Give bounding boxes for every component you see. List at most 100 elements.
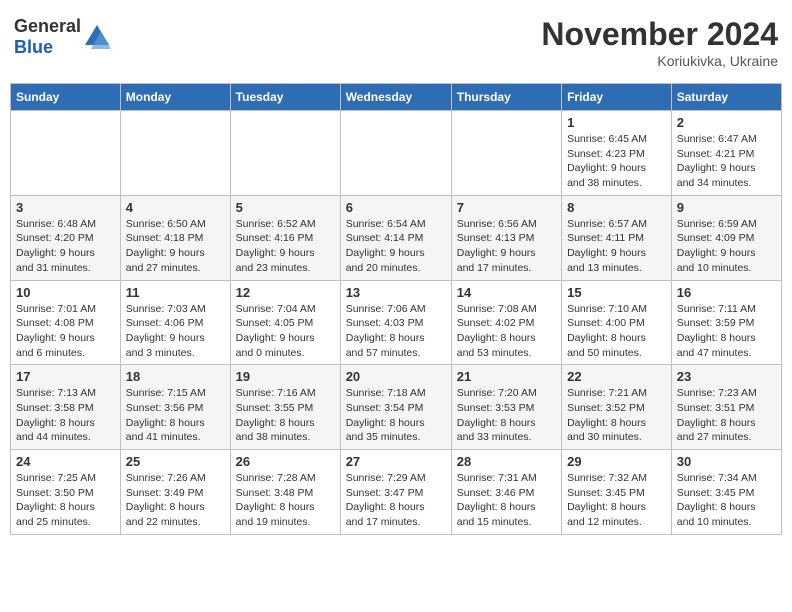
- day-number: 25: [126, 454, 225, 469]
- calendar-cell: 30 Sunrise: 7:34 AMSunset: 3:45 PMDayligh…: [671, 450, 781, 535]
- day-info: Sunrise: 7:26 AMSunset: 3:49 PMDaylight:…: [126, 471, 225, 530]
- calendar-cell: 10Sunrise: 7:01 AMSunset: 4:08 PMDayligh…: [11, 280, 121, 365]
- day-number: 2: [677, 115, 776, 130]
- weekday-header-friday: Friday: [562, 84, 672, 111]
- logo-text-general: General: [14, 16, 81, 36]
- calendar-cell: [120, 111, 230, 196]
- calendar-cell: 17 Sunrise: 7:13 AMSunset: 3:58 PMDayligh…: [11, 365, 121, 450]
- day-info: Sunrise: 7:28 AMSunset: 3:48 PMDaylight:…: [236, 471, 335, 530]
- calendar-cell: 9 Sunrise: 6:59 AMSunset: 4:09 PMDaylight…: [671, 195, 781, 280]
- calendar-cell: 1 Sunrise: 6:45 AMSunset: 4:23 PMDaylight…: [562, 111, 672, 196]
- weekday-header-sunday: Sunday: [11, 84, 121, 111]
- day-info: Sunrise: 7:08 AMSunset: 4:02 PMDaylight:…: [457, 302, 556, 361]
- calendar-cell: 27Sunrise: 7:29 AMSunset: 3:47 PMDayligh…: [340, 450, 451, 535]
- day-number: 21: [457, 369, 556, 384]
- weekday-header-thursday: Thursday: [451, 84, 561, 111]
- calendar-cell: 6Sunrise: 6:54 AMSunset: 4:14 PMDaylight…: [340, 195, 451, 280]
- day-number: 28: [457, 454, 556, 469]
- day-number: 27: [346, 454, 446, 469]
- day-info: Sunrise: 7:23 AMSunset: 3:51 PMDaylight:…: [677, 386, 776, 445]
- day-number: 23: [677, 369, 776, 384]
- title-area: November 2024 Koriukivka, Ukraine: [541, 16, 778, 69]
- weekday-header-wednesday: Wednesday: [340, 84, 451, 111]
- calendar-cell: 4Sunrise: 6:50 AMSunset: 4:18 PMDaylight…: [120, 195, 230, 280]
- day-info: Sunrise: 7:31 AMSunset: 3:46 PMDaylight:…: [457, 471, 556, 530]
- calendar-cell: 15 Sunrise: 7:10 AMSunset: 4:00 PMDayligh…: [562, 280, 672, 365]
- day-number: 16: [677, 285, 776, 300]
- day-number: 14: [457, 285, 556, 300]
- page-header: General Blue November 2024 Koriukivka, U…: [10, 10, 782, 75]
- day-info: Sunrise: 7:03 AMSunset: 4:06 PMDaylight:…: [126, 302, 225, 361]
- day-info: Sunrise: 6:48 AMSunset: 4:20 PMDaylight:…: [16, 217, 115, 276]
- calendar-cell: 11 Sunrise: 7:03 AMSunset: 4:06 PMDayligh…: [120, 280, 230, 365]
- calendar-header-row: SundayMondayTuesdayWednesdayThursdayFrid…: [11, 84, 782, 111]
- day-number: 1: [567, 115, 666, 130]
- calendar-cell: 28 Sunrise: 7:31 AMSunset: 3:46 PMDayligh…: [451, 450, 561, 535]
- day-info: Sunrise: 6:52 AMSunset: 4:16 PMDaylight:…: [236, 217, 335, 276]
- day-number: 29: [567, 454, 666, 469]
- calendar-cell: 18Sunrise: 7:15 AMSunset: 3:56 PMDayligh…: [120, 365, 230, 450]
- calendar-cell: 21 Sunrise: 7:20 AMSunset: 3:53 PMDayligh…: [451, 365, 561, 450]
- month-title: November 2024: [541, 16, 778, 53]
- calendar-cell: 5 Sunrise: 6:52 AMSunset: 4:16 PMDaylight…: [230, 195, 340, 280]
- calendar-cell: 23 Sunrise: 7:23 AMSunset: 3:51 PMDayligh…: [671, 365, 781, 450]
- day-number: 24: [16, 454, 115, 469]
- day-number: 8: [567, 200, 666, 215]
- location-title: Koriukivka, Ukraine: [541, 53, 778, 69]
- day-number: 4: [126, 200, 225, 215]
- calendar-cell: [451, 111, 561, 196]
- calendar-cell: 3 Sunrise: 6:48 AMSunset: 4:20 PMDaylight…: [11, 195, 121, 280]
- day-number: 30: [677, 454, 776, 469]
- calendar-cell: 13 Sunrise: 7:06 AMSunset: 4:03 PMDayligh…: [340, 280, 451, 365]
- day-info: Sunrise: 7:34 AMSunset: 3:45 PMDaylight:…: [677, 471, 776, 530]
- day-info: Sunrise: 7:21 AMSunset: 3:52 PMDaylight:…: [567, 386, 666, 445]
- calendar-week-row: 10Sunrise: 7:01 AMSunset: 4:08 PMDayligh…: [11, 280, 782, 365]
- day-number: 5: [236, 200, 335, 215]
- calendar-cell: [230, 111, 340, 196]
- calendar-cell: 2 Sunrise: 6:47 AMSunset: 4:21 PMDaylight…: [671, 111, 781, 196]
- day-info: Sunrise: 7:06 AMSunset: 4:03 PMDaylight:…: [346, 302, 446, 361]
- day-info: Sunrise: 7:13 AMSunset: 3:58 PMDaylight:…: [16, 386, 115, 445]
- day-number: 10: [16, 285, 115, 300]
- day-info: Sunrise: 7:20 AMSunset: 3:53 PMDaylight:…: [457, 386, 556, 445]
- day-number: 11: [126, 285, 225, 300]
- calendar-cell: 26 Sunrise: 7:28 AMSunset: 3:48 PMDayligh…: [230, 450, 340, 535]
- day-info: Sunrise: 6:59 AMSunset: 4:09 PMDaylight:…: [677, 217, 776, 276]
- day-number: 3: [16, 200, 115, 215]
- weekday-header-saturday: Saturday: [671, 84, 781, 111]
- calendar-cell: 7Sunrise: 6:56 AMSunset: 4:13 PMDaylight…: [451, 195, 561, 280]
- calendar-cell: 25 Sunrise: 7:26 AMSunset: 3:49 PMDayligh…: [120, 450, 230, 535]
- day-number: 13: [346, 285, 446, 300]
- calendar-cell: [340, 111, 451, 196]
- day-info: Sunrise: 7:10 AMSunset: 4:00 PMDaylight:…: [567, 302, 666, 361]
- calendar-cell: 29 Sunrise: 7:32 AMSunset: 3:45 PMDayligh…: [562, 450, 672, 535]
- day-number: 12: [236, 285, 335, 300]
- logo: General Blue: [14, 16, 111, 58]
- logo-text-blue: Blue: [14, 37, 53, 57]
- day-info: Sunrise: 7:16 AMSunset: 3:55 PMDaylight:…: [236, 386, 335, 445]
- day-number: 26: [236, 454, 335, 469]
- day-info: Sunrise: 7:25 AMSunset: 3:50 PMDaylight:…: [16, 471, 115, 530]
- calendar-cell: 12Sunrise: 7:04 AMSunset: 4:05 PMDayligh…: [230, 280, 340, 365]
- day-info: Sunrise: 7:32 AMSunset: 3:45 PMDaylight:…: [567, 471, 666, 530]
- calendar-cell: 20Sunrise: 7:18 AMSunset: 3:54 PMDayligh…: [340, 365, 451, 450]
- weekday-header-tuesday: Tuesday: [230, 84, 340, 111]
- day-info: Sunrise: 7:18 AMSunset: 3:54 PMDaylight:…: [346, 386, 446, 445]
- calendar-week-row: 17 Sunrise: 7:13 AMSunset: 3:58 PMDayligh…: [11, 365, 782, 450]
- calendar-week-row: 24 Sunrise: 7:25 AMSunset: 3:50 PMDayligh…: [11, 450, 782, 535]
- calendar-week-row: 1 Sunrise: 6:45 AMSunset: 4:23 PMDaylight…: [11, 111, 782, 196]
- calendar-cell: 14 Sunrise: 7:08 AMSunset: 4:02 PMDayligh…: [451, 280, 561, 365]
- day-number: 17: [16, 369, 115, 384]
- day-number: 15: [567, 285, 666, 300]
- calendar-cell: 8Sunrise: 6:57 AMSunset: 4:11 PMDaylight…: [562, 195, 672, 280]
- calendar-cell: 16Sunrise: 7:11 AMSunset: 3:59 PMDayligh…: [671, 280, 781, 365]
- day-info: Sunrise: 6:47 AMSunset: 4:21 PMDaylight:…: [677, 132, 776, 191]
- day-number: 9: [677, 200, 776, 215]
- calendar-cell: 22Sunrise: 7:21 AMSunset: 3:52 PMDayligh…: [562, 365, 672, 450]
- calendar-cell: [11, 111, 121, 196]
- day-info: Sunrise: 6:56 AMSunset: 4:13 PMDaylight:…: [457, 217, 556, 276]
- calendar-table: SundayMondayTuesdayWednesdayThursdayFrid…: [10, 83, 782, 535]
- day-info: Sunrise: 7:15 AMSunset: 3:56 PMDaylight:…: [126, 386, 225, 445]
- day-info: Sunrise: 6:45 AMSunset: 4:23 PMDaylight:…: [567, 132, 666, 191]
- logo-icon: [83, 23, 111, 51]
